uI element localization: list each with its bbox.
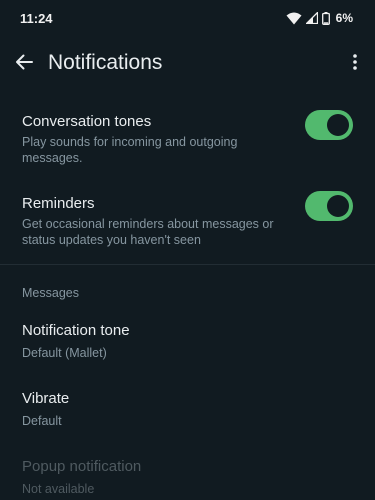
- setting-title: Popup notification: [22, 458, 142, 475]
- notifications-settings-screen: 11:24 6% Notifications Conversation tone…: [0, 0, 375, 500]
- reminders-toggle[interactable]: [305, 191, 353, 221]
- battery-percentage: 6%: [335, 11, 353, 25]
- notification-tone-setting[interactable]: Notification tone Default (Mallet): [22, 321, 352, 361]
- page-title: Notifications: [48, 51, 163, 74]
- arrow-left-icon: [15, 54, 33, 75]
- section-divider: [0, 264, 375, 265]
- setting-title: Conversation tones: [22, 113, 152, 130]
- vibrate-setting[interactable]: Vibrate Default: [22, 389, 352, 429]
- cell-signal-icon: [305, 12, 318, 24]
- reminders-setting[interactable]: Reminders Get occasional reminders about…: [22, 194, 292, 248]
- setting-subtitle: Play sounds for incoming and outgoing me…: [22, 135, 238, 165]
- status-icons: 6%: [286, 10, 353, 26]
- conversation-tones-setting[interactable]: Conversation tones Play sounds for incom…: [22, 112, 292, 166]
- more-vert-icon: [353, 53, 357, 75]
- setting-title: Reminders: [22, 195, 95, 212]
- toggle-knob: [327, 195, 349, 217]
- conversation-tones-toggle[interactable]: [305, 110, 353, 140]
- status-time: 11:24: [20, 11, 53, 26]
- more-options-button[interactable]: [343, 48, 367, 80]
- app-bar: Notifications: [0, 36, 375, 92]
- battery-icon: [321, 11, 330, 25]
- popup-notification-setting: Popup notification Not available: [22, 457, 352, 497]
- setting-value: Default: [22, 414, 62, 428]
- setting-subtitle: Get occasional reminders about messages …: [22, 217, 274, 247]
- back-button[interactable]: [8, 48, 40, 80]
- toggle-knob: [327, 114, 349, 136]
- status-bar: 11:24 6%: [0, 0, 375, 36]
- setting-title: Notification tone: [22, 322, 130, 339]
- messages-section-header: Messages: [22, 286, 79, 300]
- wifi-icon: [286, 12, 302, 25]
- setting-value: Not available: [22, 482, 95, 496]
- setting-title: Vibrate: [22, 390, 70, 407]
- setting-value: Default (Mallet): [22, 346, 107, 360]
